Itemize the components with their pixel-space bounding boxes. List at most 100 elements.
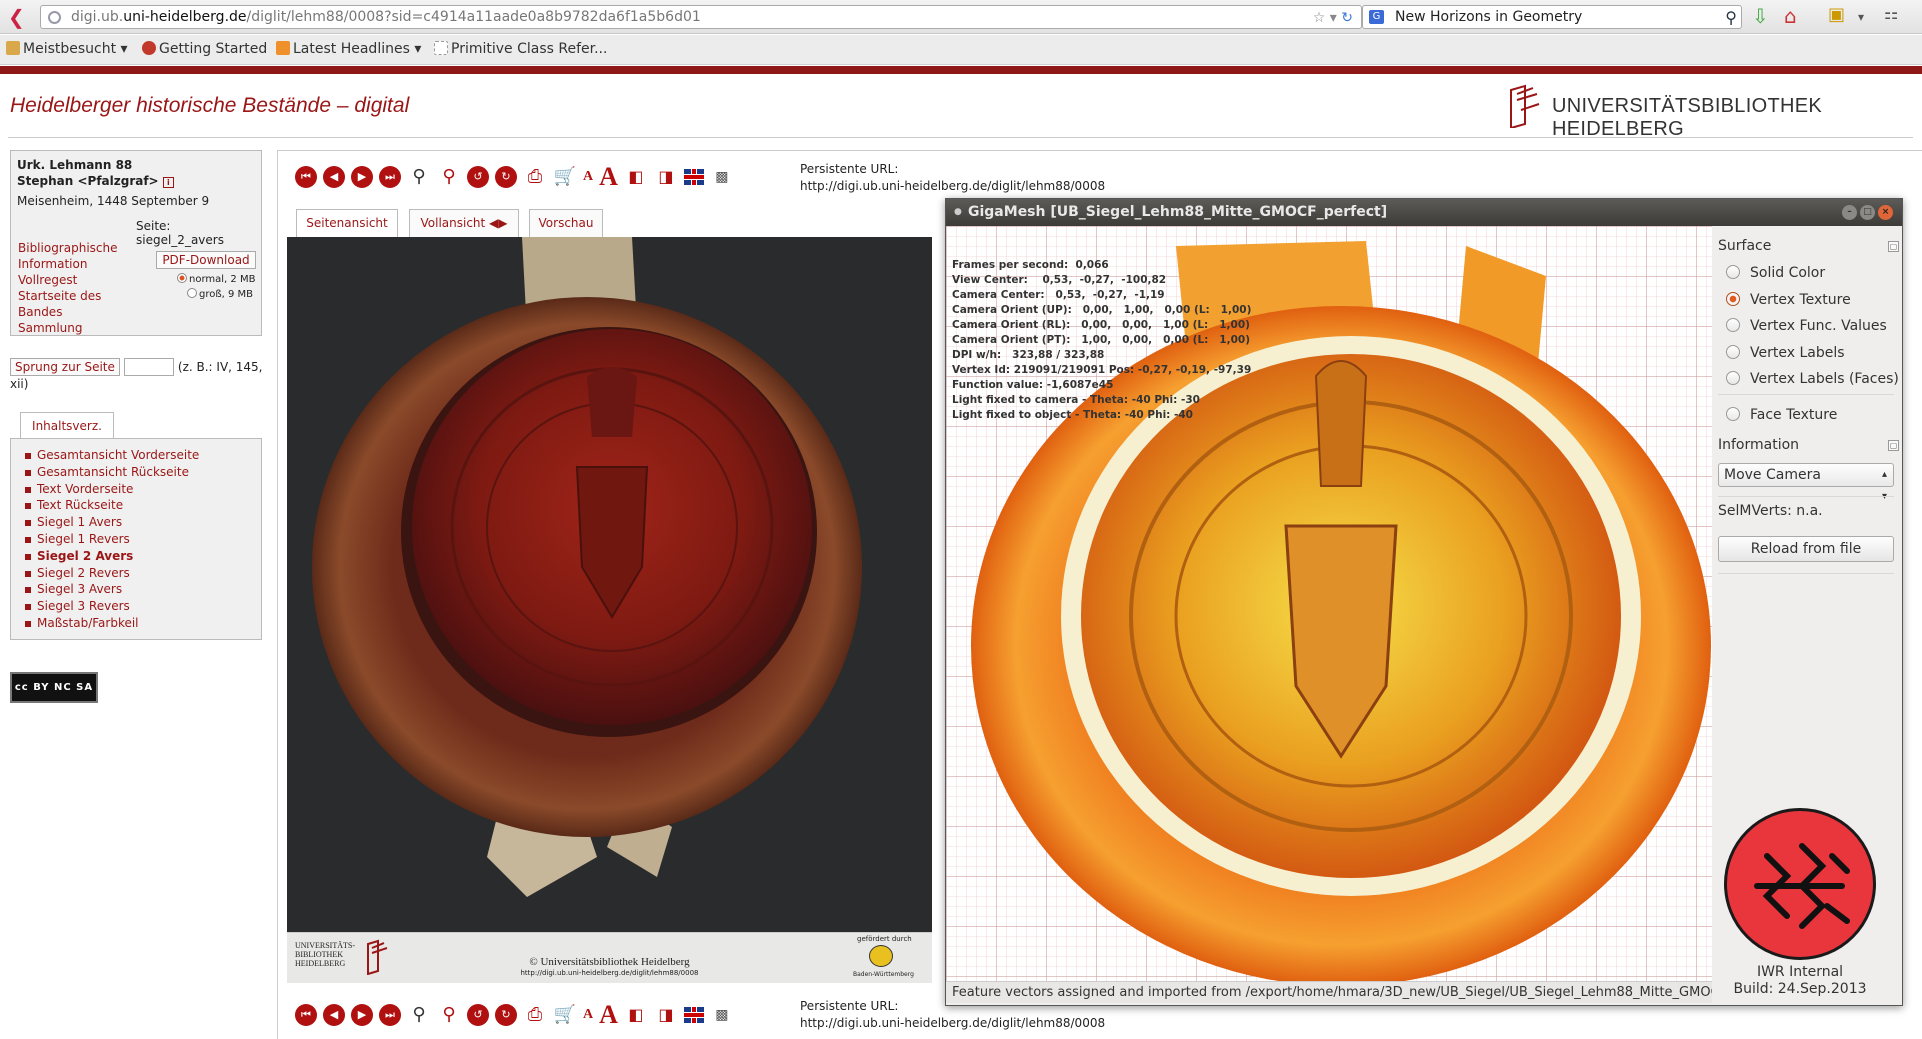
reload-icon[interactable]: ↻ <box>1341 10 1353 26</box>
minimize-icon[interactable]: – <box>1842 205 1857 220</box>
radio-icon[interactable] <box>1726 265 1740 279</box>
radio-icon[interactable] <box>1726 345 1740 359</box>
font-smaller-icon[interactable]: A <box>583 1007 593 1023</box>
zoom-in-icon[interactable]: ⚲ <box>437 165 461 189</box>
zoom-in-icon[interactable]: ⚲ <box>437 1003 461 1027</box>
tab-vollansicht[interactable]: Vollansicht ◀▶ <box>409 209 519 237</box>
cart-icon[interactable]: 🛒 <box>553 1003 577 1027</box>
mode-select[interactable]: Move Camera ▴▾ <box>1718 463 1894 502</box>
radio-icon[interactable] <box>187 288 197 298</box>
info-icon[interactable]: i <box>162 177 174 188</box>
section-collapse-icon[interactable]: ▢ <box>1888 440 1899 451</box>
layout-alt-icon[interactable]: ◨ <box>654 1003 678 1027</box>
toc-item[interactable]: Siegel 1 Avers <box>25 514 251 531</box>
rotate-right-icon[interactable]: ↻ <box>495 166 517 188</box>
bookmark-meistbesucht[interactable]: Meistbesucht ▾ <box>6 41 128 57</box>
first-page-icon[interactable]: ⏮ <box>295 166 317 188</box>
window-menu-icon[interactable]: ● <box>954 199 962 226</box>
section-collapse-icon[interactable]: ▢ <box>1888 241 1899 252</box>
option-vertex-labels-faces[interactable]: Vertex Labels (Faces) <box>1726 371 1899 387</box>
tab-vorschau[interactable]: Vorschau <box>529 209 603 237</box>
radio-selected-icon[interactable] <box>177 273 187 283</box>
option-vertex-texture[interactable]: Vertex Texture <box>1726 292 1851 308</box>
radio-icon[interactable] <box>1726 318 1740 332</box>
link-startseite[interactable]: Startseite des Bandes <box>18 288 128 320</box>
layout-alt-icon[interactable]: ◨ <box>654 165 678 189</box>
option-vertex-labels[interactable]: Vertex Labels <box>1726 345 1845 361</box>
layout-icon[interactable]: ◧ <box>624 1003 648 1027</box>
font-larger-icon[interactable]: A <box>599 1000 618 1030</box>
radio-icon[interactable] <box>1726 407 1740 421</box>
site-title[interactable]: Heidelberger historische Bestände – digi… <box>10 94 409 118</box>
radio-selected-icon[interactable] <box>1726 292 1740 306</box>
rotate-right-icon[interactable]: ↻ <box>495 1004 517 1026</box>
bookmark-latest-headlines[interactable]: Latest Headlines ▾ <box>276 41 421 57</box>
toc-item[interactable]: Text Vorderseite <box>25 481 251 498</box>
pdf-large-option[interactable]: groß, 9 MB <box>187 288 253 300</box>
option-face-texture[interactable]: Face Texture <box>1726 407 1837 423</box>
search-page-icon[interactable]: ▩ <box>710 165 734 189</box>
search-page-icon[interactable]: ▩ <box>710 1003 734 1027</box>
toc-item[interactable]: Siegel 3 Revers <box>25 598 251 615</box>
link-bibliographic-info[interactable]: Bibliographische Information <box>18 240 128 272</box>
last-page-icon[interactable]: ⏭ <box>379 1004 401 1026</box>
addon-icon[interactable]: ▣ <box>1828 4 1845 25</box>
addon-dropdown-icon[interactable]: ▾ <box>1858 10 1864 24</box>
zoom-out-icon[interactable]: ⚲ <box>407 165 431 189</box>
search-input[interactable]: G New Horizons in Geometry ⚲ <box>1362 5 1742 29</box>
toc-item[interactable]: Siegel 3 Avers <box>25 581 251 598</box>
prev-page-icon[interactable]: ◀ <box>323 1004 345 1026</box>
pdf-download-button[interactable]: PDF-Download <box>156 251 256 269</box>
persist-url[interactable]: http://digi.ub.uni-heidelberg.de/diglit/… <box>800 178 1105 195</box>
english-flag-icon[interactable] <box>683 169 704 185</box>
pdf-normal-option[interactable]: normal, 2 MB <box>177 273 255 285</box>
toc-item[interactable]: Gesamtansicht Rückseite <box>25 464 251 481</box>
zoom-out-icon[interactable]: ⚲ <box>407 1003 431 1027</box>
first-page-icon[interactable]: ⏮ <box>295 1004 317 1026</box>
english-flag-icon[interactable] <box>683 1007 704 1023</box>
seal-photograph[interactable]: UNIVERSITÄTS- BIBLIOTHEK HEIDELBERG © Un… <box>287 237 932 983</box>
tab-seitenansicht[interactable]: Seitenansicht <box>296 209 398 237</box>
layout-icon[interactable]: ◧ <box>624 165 648 189</box>
tab-table-of-contents[interactable]: Inhaltsverz. <box>20 412 114 439</box>
back-arrow-icon[interactable]: ❮ <box>8 5 25 29</box>
reload-from-file-button[interactable]: Reload from file <box>1718 536 1894 562</box>
font-larger-icon[interactable]: A <box>599 162 618 192</box>
toc-item[interactable]: Gesamtansicht Vorderseite <box>25 447 251 464</box>
download-icon[interactable]: ⇩ <box>1752 4 1769 28</box>
prev-page-icon[interactable]: ◀ <box>323 166 345 188</box>
search-engine-icon[interactable]: G <box>1369 10 1384 24</box>
radio-icon[interactable] <box>1726 371 1740 385</box>
jump-page-input[interactable] <box>123 358 174 376</box>
ub-logo-icon[interactable] <box>1507 84 1541 128</box>
option-vertex-func-values[interactable]: Vertex Func. Values <box>1726 318 1887 334</box>
home-icon[interactable]: ⌂ <box>1784 4 1797 28</box>
rotate-left-icon[interactable]: ↺ <box>467 1004 489 1026</box>
link-sammlung[interactable]: Sammlung <box>18 320 128 336</box>
toc-item[interactable]: Maßstab/Farbkeil <box>25 615 251 632</box>
menu-icon[interactable]: ⚏ <box>1884 4 1898 23</box>
bookmark-getting-started[interactable]: Getting Started <box>142 41 267 57</box>
mesh-viewport[interactable]: Frames per second: 0,066 View Center: 0,5… <box>946 226 1712 1003</box>
address-bar[interactable]: digi.ub.uni-heidelberg.de/diglit/lehm88/… <box>40 5 1362 29</box>
toc-item[interactable]: Text Rückseite <box>25 497 251 514</box>
toc-item[interactable]: Siegel 1 Revers <box>25 531 251 548</box>
next-page-icon[interactable]: ▶ <box>351 1004 373 1026</box>
persist-url[interactable]: http://digi.ub.uni-heidelberg.de/diglit/… <box>800 1015 1105 1032</box>
font-smaller-icon[interactable]: A <box>583 169 593 185</box>
maximize-icon[interactable]: □ <box>1860 205 1875 220</box>
close-icon[interactable]: × <box>1878 205 1893 220</box>
print-icon[interactable]: ⎙ <box>523 165 547 189</box>
print-icon[interactable]: ⎙ <box>523 1003 547 1027</box>
cc-license-badge[interactable]: cc BY NC SA <box>10 672 98 703</box>
jump-button[interactable]: Sprung zur Seite <box>10 358 120 376</box>
gigamesh-titlebar[interactable]: ● GigaMesh [UB_Siegel_Lehm88_Mitte_GMOCF… <box>946 199 1902 226</box>
option-solid-color[interactable]: Solid Color <box>1726 265 1825 281</box>
next-page-icon[interactable]: ▶ <box>351 166 373 188</box>
toc-item[interactable]: Siegel 2 Avers <box>25 548 251 565</box>
link-vollregest[interactable]: Vollregest <box>18 272 128 288</box>
library-name[interactable]: UNIVERSITÄTSBIBLIOTHEK HEIDELBERG <box>1552 95 1922 141</box>
rotate-left-icon[interactable]: ↺ <box>467 166 489 188</box>
search-icon[interactable]: ⚲ <box>1725 7 1737 29</box>
cart-icon[interactable]: 🛒 <box>553 165 577 189</box>
